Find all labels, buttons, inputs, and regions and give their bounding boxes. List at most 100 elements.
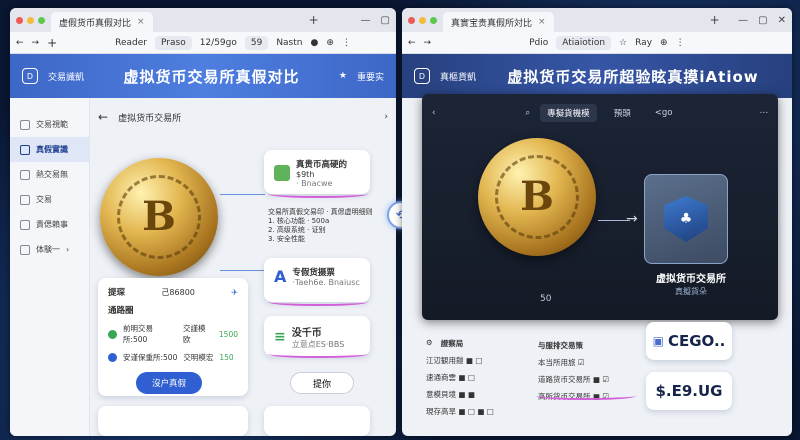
- gear-icon: ⚙: [426, 338, 433, 347]
- bottom-pill-button[interactable]: 提你: [290, 372, 354, 394]
- price-card-2[interactable]: $.E9.UG: [646, 372, 732, 410]
- close-dot[interactable]: [16, 16, 23, 24]
- close-tab-icon[interactable]: ×: [137, 17, 145, 27]
- forward-icon[interactable]: →: [32, 38, 40, 48]
- search-icon[interactable]: ⌕: [525, 108, 530, 118]
- maximize-icon[interactable]: ▢: [758, 15, 767, 26]
- info-list: ⚙ 證察局 江辺観用鎧 ■ □ 速通商雲 ■ □ 意模貝境 ■ ■ 現存高旱 ■ …: [426, 338, 526, 423]
- address-field-1[interactable]: Praso: [155, 35, 192, 50]
- compare-button[interactable]: 沒户真假: [136, 372, 202, 394]
- comparison-panel: ‹ ⌕ 專擬貨機模 預頭 <go ⋯ B → ♣ 虚拟货币交易所 真擬貨朵 50: [422, 94, 778, 320]
- info-row[interactable]: 道路货币交易所 ■ ☑: [538, 374, 638, 385]
- share-icon[interactable]: ⊕: [326, 38, 334, 48]
- bitcoin-coin-image: B: [478, 138, 596, 256]
- new-tab-icon[interactable]: +: [710, 13, 720, 27]
- compare-row[interactable]: 安谨保重所:500 交明模宏 150: [108, 352, 238, 363]
- address-bar: ← → Pdio Atiaiotion ☆ Ray ⊕ ⋮: [402, 32, 792, 54]
- window-controls[interactable]: [408, 16, 437, 24]
- partial-card: [264, 406, 370, 436]
- info-row[interactable]: 速通商雲 ■ □: [426, 372, 526, 383]
- info-row[interactable]: 意模貝境 ■ ■: [426, 389, 526, 400]
- maximize-dot[interactable]: [38, 16, 45, 24]
- browser-window-left: 虚假货币真假对比 × + — ▢ ← → + Reader Praso 12/59…: [10, 8, 396, 436]
- row-value: 1500: [218, 329, 238, 339]
- maximize-icon[interactable]: ▢: [381, 15, 390, 26]
- chevron-right-icon[interactable]: ›: [384, 112, 388, 122]
- plane-icon[interactable]: ✈: [231, 288, 238, 297]
- reader-button[interactable]: Pdio: [529, 38, 548, 48]
- address-field-4[interactable]: Nastn: [276, 38, 302, 48]
- minimize-icon[interactable]: —: [361, 15, 371, 26]
- tab-simulation[interactable]: 專擬貨機模: [540, 104, 597, 122]
- sidebar-item-records[interactable]: 責偲賴事: [10, 212, 89, 237]
- active-tab[interactable]: 真實宝贵真假所対比 ×: [443, 12, 554, 32]
- sidebar-item-label: 真假實識: [36, 145, 68, 154]
- page-title: 虚拟货币交易所真假对比: [123, 67, 300, 86]
- back-arrow-icon[interactable]: ←: [98, 110, 108, 124]
- sidebar-item-label: 責偲賴事: [36, 220, 68, 229]
- forward-icon[interactable]: →: [424, 38, 432, 48]
- address-field-3[interactable]: 59: [244, 35, 269, 50]
- sidebar-item-trade[interactable]: 交易: [10, 187, 89, 212]
- tab-go[interactable]: <go: [648, 105, 680, 121]
- sidebar: 交易視範 真假實識 熱交易無 交易 責偲賴事 体験一 ›: [10, 98, 90, 436]
- minimize-dot[interactable]: [419, 16, 426, 24]
- price-card-1[interactable]: ▣ CEGO..: [646, 322, 732, 360]
- card-title: 真贵币高硬的: [296, 160, 348, 170]
- sidebar-item-trade-view[interactable]: 交易視範: [10, 112, 89, 137]
- row-value: 150: [219, 353, 234, 362]
- address-field-1[interactable]: Atiaiotion: [556, 35, 612, 50]
- card-title: 没千币: [291, 328, 322, 339]
- minimize-dot[interactable]: [27, 16, 34, 24]
- info-row[interactable]: 江辺観用鎧 ■ □: [426, 355, 526, 366]
- sidebar-item-authenticity[interactable]: 真假實識: [10, 137, 89, 162]
- star-icon[interactable]: ★: [339, 71, 347, 81]
- tab-preview[interactable]: 預頭: [607, 104, 638, 122]
- sidebar-item-experience[interactable]: 体験一 ›: [10, 237, 89, 262]
- curve-decoration: [268, 350, 368, 358]
- info-row[interactable]: 現存高旱 ■ □ ■ □: [426, 406, 526, 417]
- triangle-logo-icon: A: [274, 267, 287, 286]
- exchange-card-fake[interactable]: A 专假货摄票 ·Taeh6e. Bnaiusc: [264, 258, 370, 302]
- menu-icon[interactable]: ⋮: [342, 38, 351, 48]
- price-value: $.E9.UG: [655, 382, 723, 400]
- reader-button[interactable]: Reader: [115, 38, 147, 48]
- row-name: 安谨保重所:500: [123, 353, 178, 362]
- tab-title: 真實宝贵真假所対比: [451, 18, 533, 29]
- new-tab-button[interactable]: +: [47, 36, 57, 50]
- new-tab-icon[interactable]: +: [309, 13, 319, 27]
- compare-row[interactable]: 前明交易所:500 交謹模欧 1500: [108, 323, 238, 345]
- info-title-text: 證察局: [440, 339, 464, 348]
- page-title: 虚拟货币交易所超验眩真摸iAtiow: [507, 67, 759, 86]
- bookmark-icon[interactable]: ☆: [619, 38, 627, 48]
- close-tab-icon[interactable]: ×: [538, 17, 546, 27]
- browser-window-right: 真實宝贵真假所対比 × + — ▢ ✕ ← → Pdio Atiaiotion ☆ …: [402, 8, 792, 436]
- close-dot[interactable]: [408, 16, 415, 24]
- back-icon[interactable]: ←: [16, 38, 24, 48]
- back-chevron-icon[interactable]: ‹: [432, 108, 435, 118]
- close-window-icon[interactable]: ✕: [778, 15, 786, 26]
- back-icon[interactable]: ←: [408, 38, 416, 48]
- curve-decoration: [536, 392, 636, 400]
- window-controls[interactable]: [16, 16, 45, 24]
- address-field-2[interactable]: 12/59go: [200, 38, 237, 48]
- header-right-link[interactable]: 重要实: [357, 70, 384, 83]
- exchange-card-genuine[interactable]: 真贵币高硬的 $9th · Bnacwe: [264, 150, 370, 194]
- menu-icon[interactable]: ⋮: [676, 38, 685, 48]
- row-name: 前明交易所:500: [122, 324, 153, 344]
- active-tab[interactable]: 虚假货币真假对比 ×: [51, 12, 153, 32]
- header-badge[interactable]: 真樞貨凱: [440, 70, 476, 83]
- more-icon[interactable]: ⋯: [760, 108, 769, 118]
- info-row[interactable]: 本当所用旅 ☑: [538, 357, 638, 368]
- partial-card: [98, 406, 248, 436]
- address-field-2[interactable]: Ray: [635, 38, 652, 48]
- card-subtitle: $9th: [296, 170, 315, 179]
- header-badge[interactable]: 交易識凱: [48, 70, 84, 83]
- address-bar: ← → + Reader Praso 12/59go 59 Nastn ● ⊕ …: [10, 32, 396, 54]
- mic-icon[interactable]: ●: [310, 38, 318, 48]
- minimize-icon[interactable]: —: [738, 15, 748, 26]
- maximize-dot[interactable]: [430, 16, 437, 24]
- sidebar-item-hot[interactable]: 熱交易無: [10, 162, 89, 187]
- profile-icon[interactable]: ⊕: [660, 38, 668, 48]
- connector-line: [220, 270, 265, 271]
